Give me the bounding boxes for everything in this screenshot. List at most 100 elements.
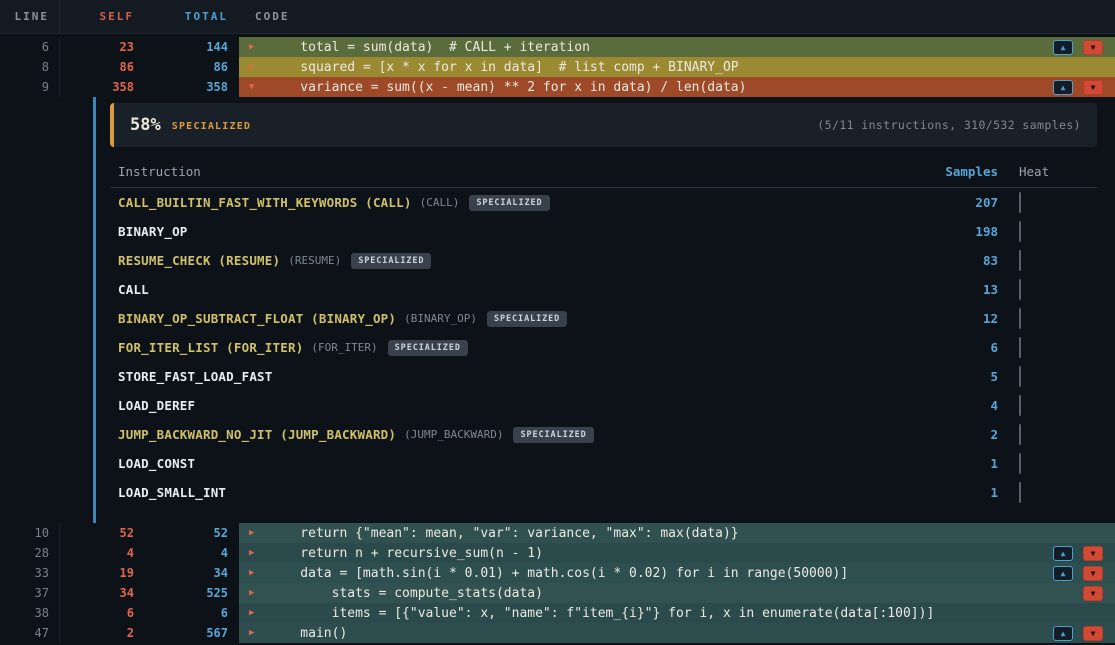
- expand-caret-icon[interactable]: ▶: [249, 62, 269, 72]
- navigate-up-button[interactable]: ▲: [1053, 546, 1073, 561]
- instruction-samples: 1: [917, 485, 1007, 500]
- heat-cell: [1007, 193, 1097, 212]
- total-samples: 358: [140, 77, 230, 97]
- column-header-instruction: Instruction: [118, 164, 917, 179]
- instruction-samples: 2: [917, 427, 1007, 442]
- heat-bar: [1019, 453, 1021, 474]
- row-nav-buttons: ▲ ▼: [1053, 546, 1115, 561]
- instruction-name: LOAD_DEREF: [118, 398, 195, 413]
- code-cell[interactable]: ▶ return n + recursive_sum(n - 1) ▲ ▼: [239, 543, 1115, 563]
- self-samples: 19: [60, 563, 140, 583]
- instruction-row: CALL_BUILTIN_FAST_WITH_KEYWORDS (CALL) (…: [110, 188, 1097, 217]
- instruction-samples: 5: [917, 369, 1007, 384]
- specialized-badge: SPECIALIZED: [351, 253, 431, 269]
- line-number: 37: [0, 583, 60, 603]
- row-nav-buttons: ▼: [1083, 586, 1115, 601]
- instruction-row: BINARY_OP 198: [110, 217, 1097, 246]
- line-number: 9: [0, 77, 60, 97]
- instruction-table: Instruction Samples Heat CALL_BUILTIN_FA…: [110, 155, 1097, 507]
- expand-caret-icon[interactable]: ▶: [249, 608, 269, 618]
- line-number: 38: [0, 603, 60, 623]
- specialized-badge: SPECIALIZED: [513, 427, 593, 443]
- self-samples: 358: [60, 77, 140, 97]
- column-header-line: LINE: [0, 0, 60, 33]
- column-header-self: SELF: [60, 10, 140, 23]
- row-nav-buttons: ▲ ▼: [1053, 40, 1115, 55]
- specialized-badge: SPECIALIZED: [388, 340, 468, 356]
- line-number: 8: [0, 57, 60, 77]
- instruction-base: (FOR_ITER): [311, 341, 377, 354]
- code-text: total = sum(data) # CALL + iteration: [269, 40, 590, 55]
- navigate-down-button[interactable]: ▼: [1083, 626, 1103, 641]
- heat-bar: [1019, 366, 1021, 387]
- navigate-up-button[interactable]: ▲: [1053, 80, 1073, 95]
- instruction-name: LOAD_CONST: [118, 456, 195, 471]
- heat-cell: [1007, 280, 1097, 299]
- heat-bar: [1019, 482, 1021, 503]
- code-row-line-38: 38 6 6 ▶ items = [{"value": x, "name": f…: [0, 603, 1115, 623]
- instruction-name: JUMP_BACKWARD_NO_JIT (JUMP_BACKWARD): [118, 427, 396, 442]
- code-row-line-10: 10 52 52 ▶ return {"mean": mean, "var": …: [0, 523, 1115, 543]
- expand-caret-icon[interactable]: ▶: [249, 568, 269, 578]
- instruction-samples: 83: [917, 253, 1007, 268]
- specialized-badge: SPECIALIZED: [469, 195, 549, 211]
- code-cell[interactable]: ▶ data = [math.sin(i * 0.01) + math.cos(…: [239, 563, 1115, 583]
- navigate-down-button[interactable]: ▼: [1083, 566, 1103, 581]
- code-cell[interactable]: ▶ return {"mean": mean, "var": variance,…: [239, 523, 1115, 543]
- navigate-down-button[interactable]: ▼: [1083, 586, 1103, 601]
- instruction-samples: 6: [917, 340, 1007, 355]
- expand-caret-icon[interactable]: ▶: [249, 548, 269, 558]
- self-samples: 4: [60, 543, 140, 563]
- table-header: LINE SELF TOTAL CODE: [0, 0, 1115, 34]
- instruction-row: LOAD_SMALL_INT 1: [110, 478, 1097, 507]
- code-text: data = [math.sin(i * 0.01) + math.cos(i …: [269, 566, 848, 581]
- code-row-line-9: 9 358 358 ▼ variance = sum((x - mean) **…: [0, 77, 1115, 97]
- code-cell[interactable]: ▼ variance = sum((x - mean) ** 2 for x i…: [239, 77, 1115, 97]
- code-text: variance = sum((x - mean) ** 2 for x in …: [269, 80, 746, 95]
- navigate-up-button[interactable]: ▲: [1053, 40, 1073, 55]
- instruction-base: (CALL): [420, 196, 460, 209]
- instruction-row: BINARY_OP_SUBTRACT_FLOAT (BINARY_OP) (BI…: [110, 304, 1097, 333]
- instruction-name: BINARY_OP: [118, 224, 188, 239]
- total-samples: 567: [140, 623, 230, 643]
- expand-caret-icon[interactable]: ▶: [249, 588, 269, 598]
- column-header-code: CODE: [230, 10, 1115, 23]
- instruction-name: BINARY_OP_SUBTRACT_FLOAT (BINARY_OP): [118, 311, 396, 326]
- heat-bar: [1019, 279, 1021, 300]
- total-samples: 6: [140, 603, 230, 623]
- instruction-row: CALL 13: [110, 275, 1097, 304]
- navigate-up-button[interactable]: ▲: [1053, 566, 1073, 581]
- column-header-total: TOTAL: [140, 10, 230, 23]
- line-number: 6: [0, 37, 60, 57]
- heat-cell: [1007, 222, 1097, 241]
- self-samples: 2: [60, 623, 140, 643]
- navigate-down-button[interactable]: ▼: [1083, 546, 1103, 561]
- instruction-name: CALL_BUILTIN_FAST_WITH_KEYWORDS (CALL): [118, 195, 412, 210]
- profiler-window: LINE SELF TOTAL CODE 6 23 144 ▶ total = …: [0, 0, 1115, 645]
- navigate-down-button[interactable]: ▼: [1083, 40, 1103, 55]
- code-row-line-33: 33 19 34 ▶ data = [math.sin(i * 0.01) + …: [0, 563, 1115, 583]
- expand-caret-icon[interactable]: ▶: [249, 528, 269, 538]
- self-samples: 6: [60, 603, 140, 623]
- collapse-caret-icon[interactable]: ▼: [249, 82, 269, 92]
- heat-bar: [1019, 308, 1021, 329]
- instruction-table-header: Instruction Samples Heat: [110, 155, 1097, 188]
- total-samples: 52: [140, 523, 230, 543]
- instruction-row: FOR_ITER_LIST (FOR_ITER) (FOR_ITER) SPEC…: [110, 333, 1097, 362]
- instruction-name: CALL: [118, 282, 149, 297]
- heat-cell: [1007, 454, 1097, 473]
- code-text: squared = [x * x for x in data] # list c…: [269, 60, 739, 75]
- navigate-up-button[interactable]: ▲: [1053, 626, 1073, 641]
- expand-caret-icon[interactable]: ▶: [249, 42, 269, 52]
- code-row-line-28: 28 4 4 ▶ return n + recursive_sum(n - 1)…: [0, 543, 1115, 563]
- code-cell[interactable]: ▶ total = sum(data) # CALL + iteration ▲…: [239, 37, 1115, 57]
- code-cell[interactable]: ▶ main() ▲ ▼: [239, 623, 1115, 643]
- code-cell[interactable]: ▶ items = [{"value": x, "name": f"item_{…: [239, 603, 1115, 623]
- specialization-stats: (5/11 instructions, 310/532 samples): [817, 118, 1081, 132]
- specialized-percent: 58%: [130, 115, 161, 135]
- code-cell[interactable]: ▶ squared = [x * x for x in data] # list…: [239, 57, 1115, 77]
- code-cell[interactable]: ▶ stats = compute_stats(data) ▼: [239, 583, 1115, 603]
- expand-caret-icon[interactable]: ▶: [249, 628, 269, 638]
- navigate-down-button[interactable]: ▼: [1083, 80, 1103, 95]
- line-number: 28: [0, 543, 60, 563]
